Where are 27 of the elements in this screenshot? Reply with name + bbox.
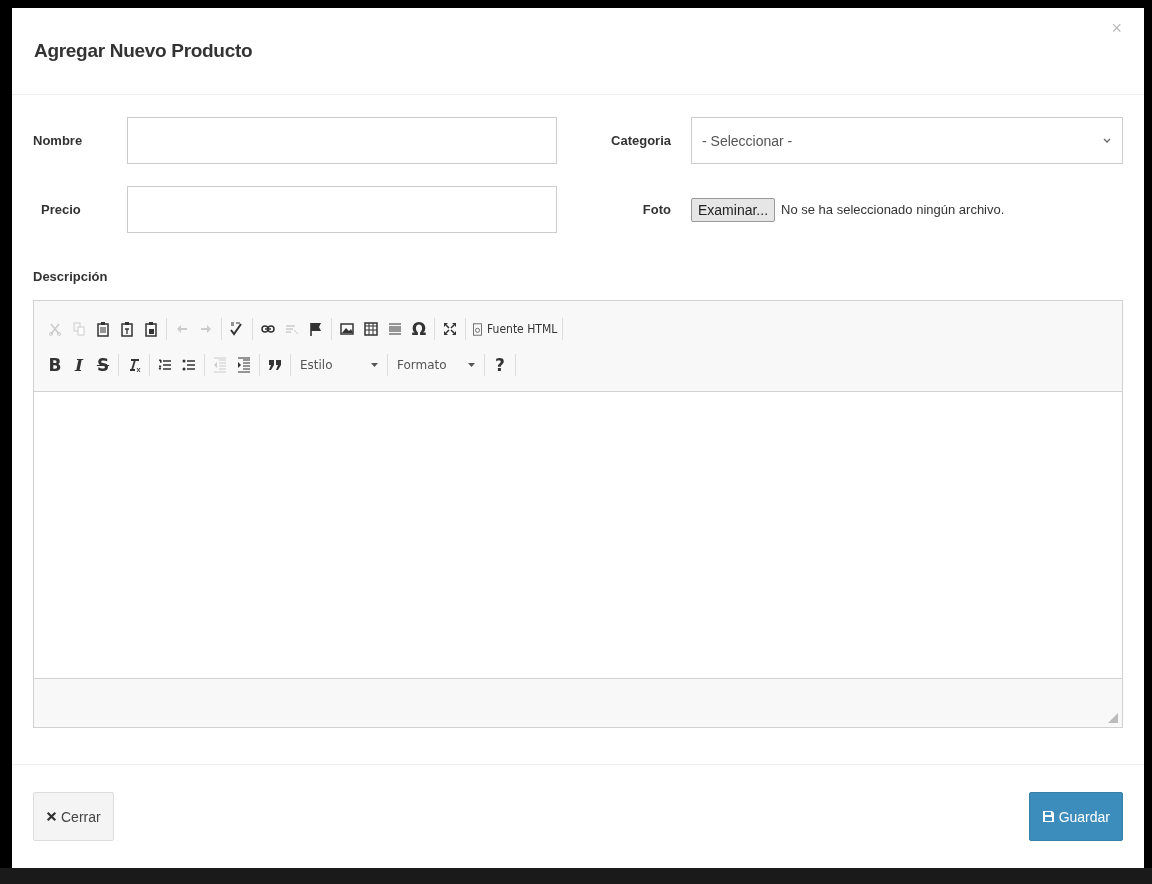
- caret-icon: [468, 362, 475, 368]
- close-icon: [46, 810, 57, 823]
- dropdown[interactable]: Formato: [391, 353, 481, 377]
- dialog-title: Agregar Nuevo Producto: [34, 40, 253, 62]
- browse-button[interactable]: Examinar...: [691, 197, 776, 222]
- toolbar-button[interactable]: ?: [488, 353, 512, 377]
- bold-button[interactable]: B: [43, 353, 67, 377]
- caret-icon: [371, 362, 378, 368]
- text-field[interactable]: [127, 186, 557, 233]
- file-status: No se ha seleccionado ningún archivo.: [781, 202, 1005, 217]
- strikethrough-button[interactable]: S: [91, 353, 115, 377]
- document-icon: [471, 322, 484, 336]
- field-label: Descripción: [33, 269, 108, 284]
- field-label: Nombre: [33, 133, 84, 148]
- field-label: Categoria: [611, 133, 671, 148]
- source-button[interactable]: Fuente HTML: [469, 317, 560, 341]
- save-button[interactable]: Guardar: [1028, 792, 1123, 841]
- italic-button[interactable]: I: [67, 353, 91, 377]
- text-field[interactable]: [127, 117, 557, 164]
- dropdown[interactable]: Estilo: [294, 353, 384, 377]
- toolbar-button[interactable]: Ω: [407, 317, 431, 341]
- save-icon: [1041, 810, 1055, 823]
- field-label: Precio: [40, 202, 82, 217]
- close-button[interactable]: Cerrar: [33, 792, 114, 841]
- resize-handle-icon[interactable]: [1108, 713, 1118, 723]
- dropdown-field[interactable]: - Seleccionar -: [691, 117, 1123, 164]
- field-label: Foto: [642, 202, 671, 217]
